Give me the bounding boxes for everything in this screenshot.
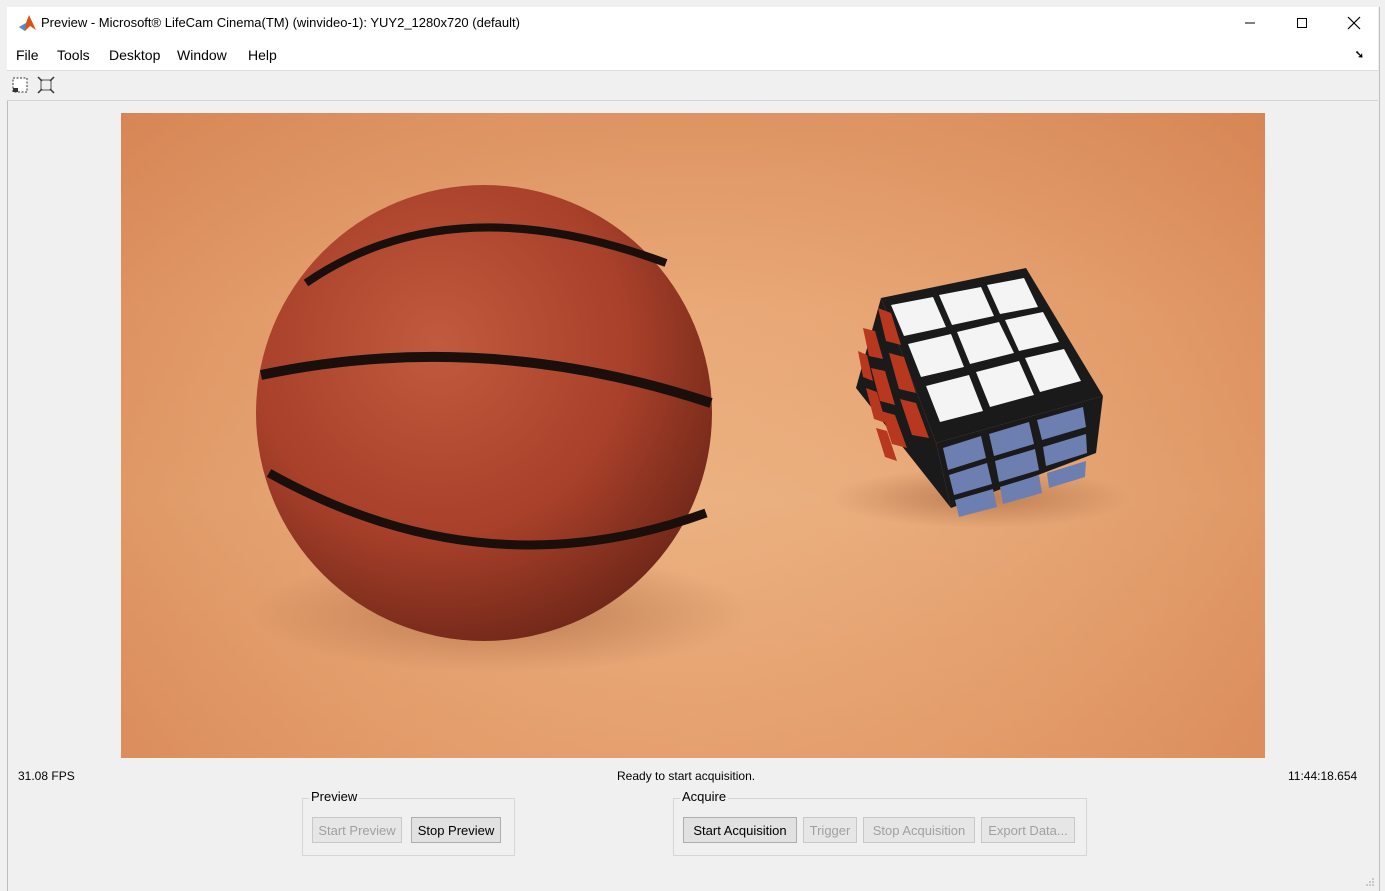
close-icon (1347, 16, 1361, 30)
menu-tools[interactable]: Tools (57, 47, 90, 63)
close-button[interactable] (1328, 7, 1380, 39)
menu-bar: File Tools Desktop Window Help ➘ (7, 40, 1378, 71)
maximize-icon (1297, 18, 1307, 28)
zoom-region-icon[interactable] (11, 76, 29, 94)
toolbar (7, 71, 1378, 101)
menu-window[interactable]: Window (177, 47, 227, 63)
minimize-icon (1245, 22, 1255, 24)
matlab-logo-icon (19, 15, 36, 31)
export-data-button[interactable]: Export Data... (981, 817, 1075, 843)
resize-grip-icon[interactable] (1365, 877, 1375, 887)
trigger-button[interactable]: Trigger (803, 817, 857, 843)
preview-group: Preview Start Preview Stop Preview (302, 789, 515, 856)
stop-preview-button[interactable]: Stop Preview (411, 817, 501, 843)
preview-group-label: Preview (309, 789, 360, 804)
basketball (256, 185, 713, 641)
status-message: Ready to start acquisition. (617, 769, 756, 783)
window-title: Preview - Microsoft® LifeCam Cinema(TM) … (41, 15, 520, 30)
title-bar[interactable]: Preview - Microsoft® LifeCam Cinema(TM) … (7, 7, 1378, 40)
minimize-button[interactable] (1224, 7, 1276, 39)
acquire-group: Acquire Start Acquisition Trigger Stop A… (673, 789, 1087, 856)
fit-to-window-icon[interactable] (37, 76, 55, 94)
stop-acquisition-button[interactable]: Stop Acquisition (863, 817, 975, 843)
acquire-group-label: Acquire (680, 789, 729, 804)
camera-frame (121, 113, 1265, 758)
video-preview (121, 113, 1265, 758)
timestamp-readout: 11:44:18.654 (1288, 769, 1358, 783)
dock-arrow-icon[interactable]: ➘ (1355, 48, 1364, 61)
menu-help[interactable]: Help (248, 47, 277, 63)
start-acquisition-button[interactable]: Start Acquisition (683, 817, 797, 843)
start-preview-button[interactable]: Start Preview (312, 817, 402, 843)
fps-readout: 31.08 FPS (18, 769, 75, 783)
menu-desktop[interactable]: Desktop (109, 47, 160, 63)
maximize-button[interactable] (1276, 7, 1328, 39)
menu-file[interactable]: File (16, 47, 39, 63)
